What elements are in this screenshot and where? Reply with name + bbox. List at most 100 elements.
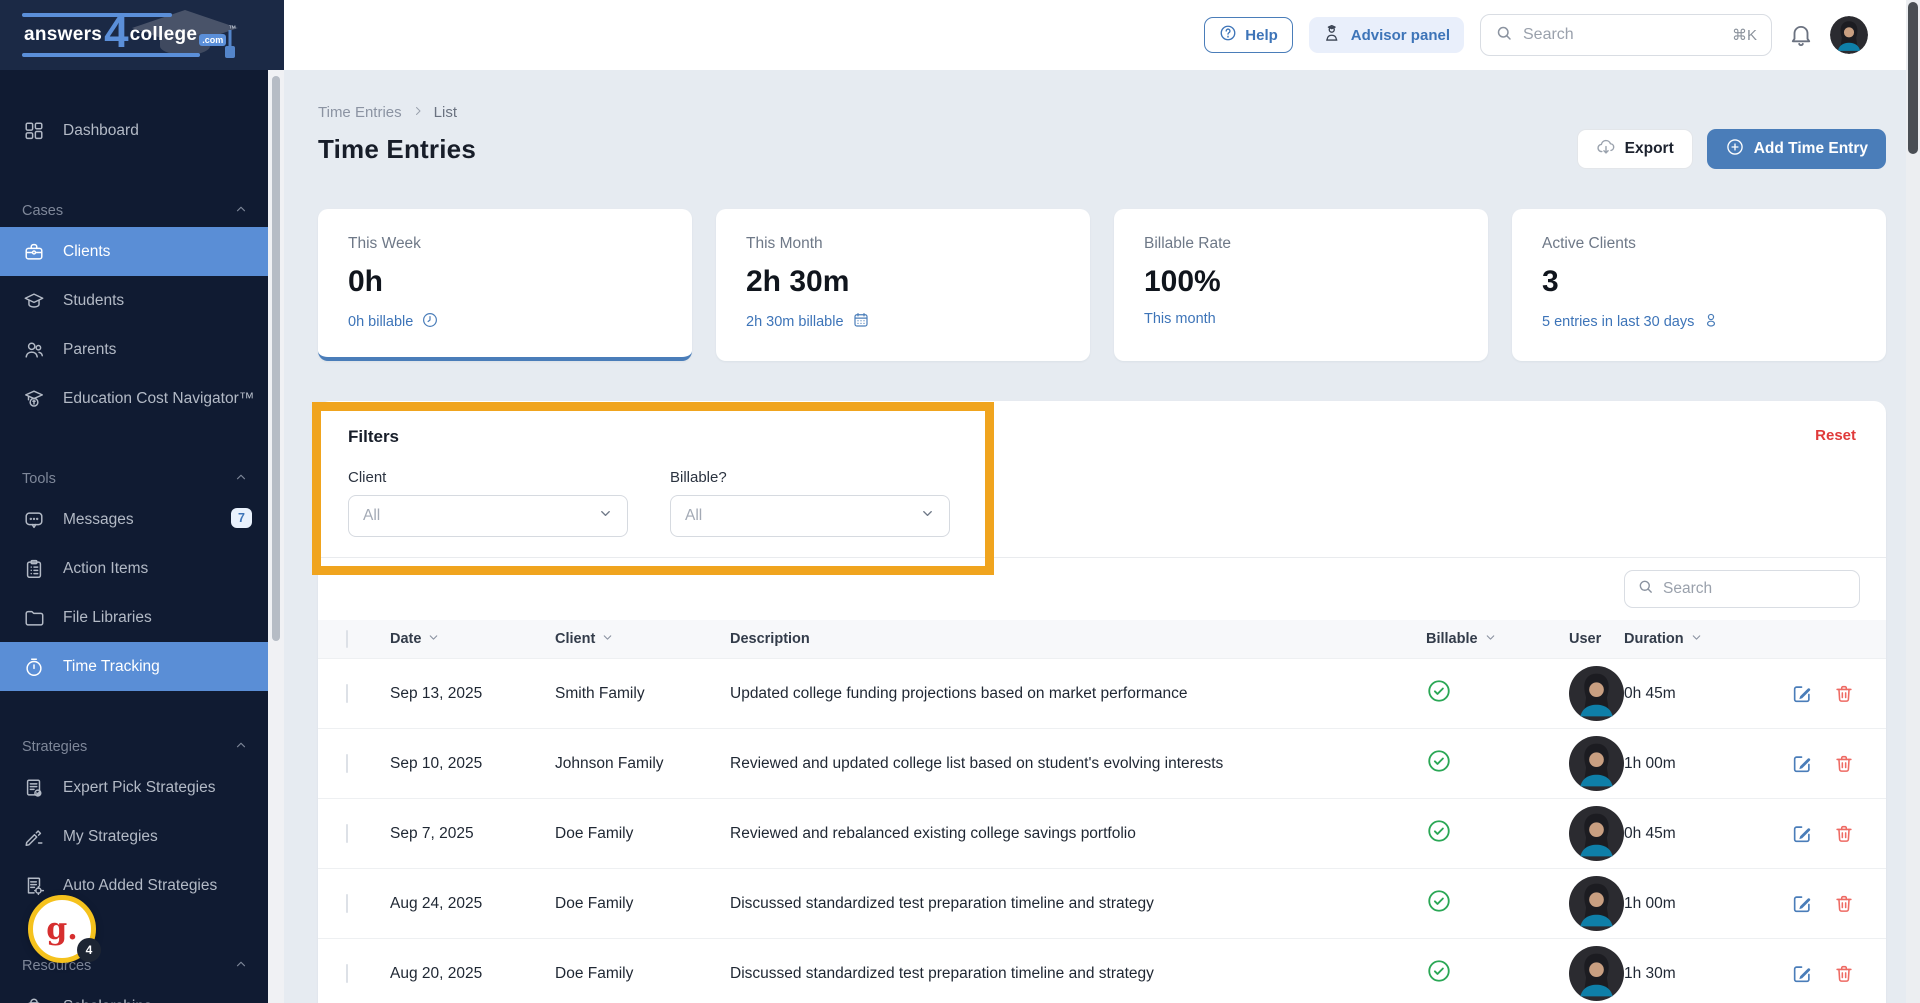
stopwatch-icon xyxy=(22,655,46,679)
cost-navigator-icon xyxy=(22,387,46,411)
help-button[interactable]: Help xyxy=(1204,17,1293,53)
edit-icon[interactable] xyxy=(1791,683,1813,705)
sidebar-scrollbar-thumb[interactable] xyxy=(272,76,280,641)
reset-filters-link[interactable]: Reset xyxy=(1815,427,1856,444)
cell-duration: 0h 45m xyxy=(1624,825,1791,843)
page-title: Time Entries xyxy=(318,134,476,165)
edit-icon[interactable] xyxy=(1791,963,1813,985)
billable-filter-label: Billable? xyxy=(670,469,950,486)
cloud-download-icon xyxy=(1596,137,1616,162)
edit-icon[interactable] xyxy=(1791,753,1813,775)
sidebar-item-label: Messages xyxy=(63,511,134,529)
column-header-description[interactable]: Description xyxy=(730,631,1426,647)
page-scrollbar[interactable] xyxy=(1906,0,1920,1003)
edit-icon[interactable] xyxy=(1791,823,1813,845)
sidebar-item-students[interactable]: Students xyxy=(0,276,268,325)
page-content: Time Entries List Time Entries Export Ad… xyxy=(284,70,1920,1003)
client-filter: Client All xyxy=(348,469,628,537)
money-bag-icon xyxy=(22,995,46,1003)
column-header-date[interactable]: Date xyxy=(390,631,555,648)
table-search-input[interactable] xyxy=(1663,580,1847,598)
stat-card-this-week[interactable]: This Week 0h 0h billable xyxy=(318,209,692,361)
cell-duration: 1h 00m xyxy=(1624,755,1791,773)
delete-icon[interactable] xyxy=(1833,753,1855,775)
assistant-widget-button[interactable]: g. 4 xyxy=(28,895,96,963)
table-row[interactable]: Aug 24, 2025 Doe Family Discussed standa… xyxy=(318,868,1886,938)
sidebar-item-clients[interactable]: Clients xyxy=(0,227,268,276)
pen-icon xyxy=(22,825,46,849)
advisor-panel-button[interactable]: Advisor panel xyxy=(1309,17,1464,53)
user-avatar[interactable] xyxy=(1830,16,1868,54)
sidebar-item-label: Dashboard xyxy=(63,122,139,140)
section-label: Tools xyxy=(22,471,56,487)
notifications-bell-icon[interactable] xyxy=(1788,22,1814,48)
stat-card-billable-rate[interactable]: Billable Rate 100% This month xyxy=(1114,209,1488,361)
sidebar-section-tools[interactable]: Tools xyxy=(0,463,268,495)
billable-check-icon xyxy=(1426,958,1569,989)
sidebar-item-action-items[interactable]: Action Items xyxy=(0,544,268,593)
select-all-checkbox[interactable] xyxy=(346,630,348,648)
cell-description: Discussed standardized test preparation … xyxy=(730,965,1426,983)
billable-filter-select[interactable]: All xyxy=(670,495,950,537)
sidebar-item-parents[interactable]: Parents xyxy=(0,325,268,374)
sidebar-item-education-cost-navigator[interactable]: Education Cost Navigator™ xyxy=(0,374,268,423)
global-search-input[interactable] xyxy=(1523,26,1722,44)
sidebar-item-my-strategies[interactable]: My Strategies xyxy=(0,812,268,861)
table-row[interactable]: Sep 10, 2025 Johnson Family Reviewed and… xyxy=(318,728,1886,798)
page-scrollbar-thumb[interactable] xyxy=(1908,2,1918,154)
chevron-right-icon xyxy=(412,104,424,121)
export-button[interactable]: Export xyxy=(1577,129,1693,169)
chevron-up-icon xyxy=(234,957,248,975)
logo-text-tm: ™ xyxy=(228,24,236,33)
sidebar-item-messages[interactable]: Messages 7 xyxy=(0,495,268,544)
sidebar-scrollbar[interactable] xyxy=(268,70,284,1003)
stat-value: 2h 30m xyxy=(746,265,1060,299)
billable-check-icon xyxy=(1426,888,1569,919)
user-avatar xyxy=(1569,666,1624,721)
sidebar-section-cases[interactable]: Cases xyxy=(0,195,268,227)
add-time-entry-button[interactable]: Add Time Entry xyxy=(1707,129,1886,169)
row-checkbox[interactable] xyxy=(346,684,348,703)
column-header-billable[interactable]: Billable xyxy=(1426,631,1569,648)
breadcrumb-list: List xyxy=(434,104,457,121)
sidebar-item-expert-pick-strategies[interactable]: Expert Pick Strategies xyxy=(0,763,268,812)
breadcrumb-time-entries[interactable]: Time Entries xyxy=(318,104,402,121)
row-checkbox[interactable] xyxy=(346,754,348,773)
document-gear-icon xyxy=(22,874,46,898)
chevron-down-icon xyxy=(598,506,613,526)
stat-value: 0h xyxy=(348,265,662,299)
column-header-client[interactable]: Client xyxy=(555,631,730,648)
filters-section: Filters Reset Client All Billable? xyxy=(318,401,1886,557)
delete-icon[interactable] xyxy=(1833,963,1855,985)
sidebar-item-label: Clients xyxy=(63,243,110,261)
sidebar-item-label: Action Items xyxy=(63,560,148,578)
row-checkbox[interactable] xyxy=(346,894,348,913)
sidebar-item-time-tracking[interactable]: Time Tracking xyxy=(0,642,268,691)
row-checkbox[interactable] xyxy=(346,964,348,983)
client-filter-select[interactable]: All xyxy=(348,495,628,537)
row-checkbox[interactable] xyxy=(346,824,348,843)
sidebar-item-file-libraries[interactable]: File Libraries xyxy=(0,593,268,642)
stat-card-active-clients[interactable]: Active Clients 3 5 entries in last 30 da… xyxy=(1512,209,1886,361)
app-window: answers 4 college .com ™ Dashboard Cases xyxy=(0,0,1920,1003)
table-row[interactable]: Sep 7, 2025 Doe Family Reviewed and reba… xyxy=(318,798,1886,868)
column-header-duration[interactable]: Duration xyxy=(1624,631,1791,648)
stat-card-this-month[interactable]: This Month 2h 30m 2h 30m billable xyxy=(716,209,1090,361)
chevron-down-icon xyxy=(920,506,935,526)
sidebar-item-scholarships[interactable]: Scholarships xyxy=(0,982,268,1003)
document-check-icon xyxy=(22,776,46,800)
app-logo[interactable]: answers 4 college .com ™ xyxy=(0,0,284,70)
edit-icon[interactable] xyxy=(1791,893,1813,915)
cell-client: Johnson Family xyxy=(555,755,730,773)
table-row[interactable]: Aug 20, 2025 Doe Family Discussed standa… xyxy=(318,938,1886,1003)
table-row[interactable]: Sep 13, 2025 Smith Family Updated colleg… xyxy=(318,658,1886,728)
delete-icon[interactable] xyxy=(1833,823,1855,845)
delete-icon[interactable] xyxy=(1833,893,1855,915)
user-avatar xyxy=(1569,946,1624,1001)
table-search[interactable] xyxy=(1624,570,1860,608)
sidebar-item-dashboard[interactable]: Dashboard xyxy=(0,106,268,155)
delete-icon[interactable] xyxy=(1833,683,1855,705)
sidebar-section-strategies[interactable]: Strategies xyxy=(0,731,268,763)
global-search[interactable]: ⌘K xyxy=(1480,14,1772,56)
column-header-user[interactable]: User xyxy=(1569,631,1624,647)
